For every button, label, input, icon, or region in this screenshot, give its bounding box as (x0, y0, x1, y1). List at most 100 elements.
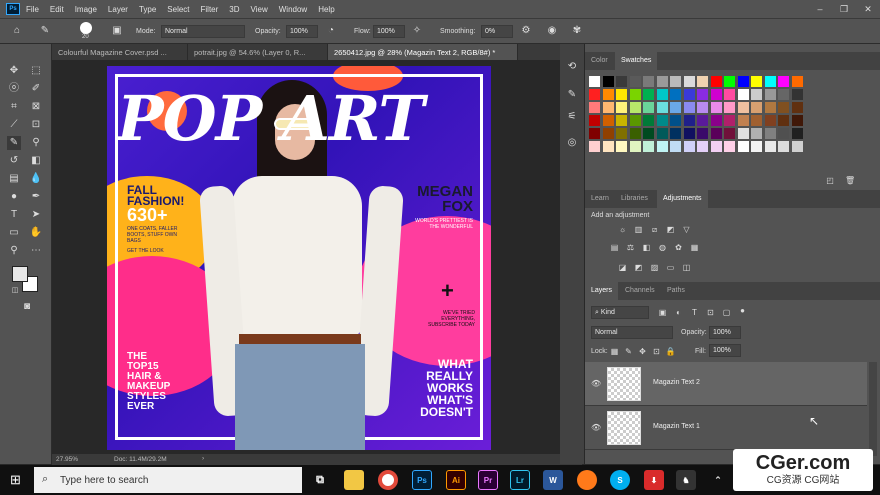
color-swatch[interactable] (764, 141, 776, 152)
navigator-icon[interactable]: ◎ (565, 136, 579, 150)
menu-layer[interactable]: Layer (108, 5, 128, 14)
threshold-icon[interactable]: ▨ (649, 262, 660, 273)
color-swatch[interactable] (724, 115, 735, 126)
path-select-tool-icon[interactable]: ➤ (29, 208, 43, 222)
minimize-icon[interactable]: – (808, 0, 832, 18)
color-swatch[interactable] (710, 141, 722, 152)
color-swatch[interactable] (616, 115, 627, 126)
color-swatch[interactable] (737, 76, 749, 87)
more-tools-icon[interactable]: ⋯ (29, 244, 43, 258)
color-swatch[interactable] (737, 141, 749, 152)
dodge-tool-icon[interactable]: ● (7, 190, 21, 204)
illustrator-taskbar-icon[interactable]: Ai (446, 470, 466, 490)
color-swatch[interactable] (629, 89, 641, 100)
marquee-tool-icon[interactable]: ⬚ (29, 64, 43, 78)
color-swatch[interactable] (656, 128, 668, 139)
color-swatch[interactable] (737, 128, 749, 139)
invert-icon[interactable]: ◪ (617, 262, 628, 273)
color-swatch[interactable] (656, 102, 668, 113)
color-swatch[interactable] (629, 102, 641, 113)
menu-select[interactable]: Select (167, 5, 189, 14)
color-swatch[interactable] (643, 102, 654, 113)
maximize-icon[interactable]: ❐ (832, 0, 856, 18)
task-view-icon[interactable]: ⧉ (310, 470, 330, 490)
frame-tool-icon[interactable]: ⊠ (29, 100, 43, 114)
color-swatch[interactable] (724, 141, 735, 152)
color-swatch[interactable] (791, 89, 803, 100)
file-explorer-icon[interactable] (344, 470, 364, 490)
color-swatch[interactable] (656, 89, 668, 100)
color-swatch[interactable] (683, 76, 695, 87)
lock-image-icon[interactable]: ✎ (623, 346, 634, 357)
move-tool-icon[interactable]: ✥ (7, 64, 21, 78)
color-swatch[interactable] (616, 128, 627, 139)
color-swatch[interactable] (670, 141, 681, 152)
color-swatch[interactable] (778, 115, 789, 126)
mode-select[interactable]: Normal (161, 25, 245, 38)
opacity-field[interactable]: 100% (286, 25, 318, 38)
color-swatch[interactable] (751, 76, 762, 87)
color-swatch[interactable] (616, 141, 627, 152)
type-tool-icon[interactable]: T (7, 208, 21, 222)
color-swatch[interactable] (670, 89, 681, 100)
blend-mode-select[interactable]: Normal (591, 326, 673, 339)
color-swatch[interactable] (751, 141, 762, 152)
color-swatch[interactable] (589, 141, 600, 152)
blur-tool-icon[interactable]: 💧 (29, 172, 43, 186)
menu-window[interactable]: Window (279, 5, 307, 14)
adjustment-filter-icon[interactable]: ◐ (673, 307, 684, 318)
photoshop-taskbar-icon[interactable]: Ps (412, 470, 432, 490)
menu-type[interactable]: Type (139, 5, 156, 14)
color-swatch[interactable] (670, 128, 681, 139)
black-white-icon[interactable]: ◧ (641, 242, 652, 253)
color-swatch[interactable] (751, 102, 762, 113)
color-swatch[interactable] (602, 102, 614, 113)
color-lookup-icon[interactable]: ▦ (689, 242, 700, 253)
color-swatch[interactable] (602, 115, 614, 126)
color-swatch[interactable] (751, 89, 762, 100)
filter-toggle-icon[interactable]: ● (737, 305, 748, 316)
hand-tool-icon[interactable]: ✋ (29, 226, 43, 240)
color-swatch[interactable] (643, 76, 654, 87)
color-swatch[interactable] (670, 115, 681, 126)
color-swatch[interactable] (710, 102, 722, 113)
fill-field[interactable]: 100% (709, 344, 741, 357)
eyedropper-tool-icon[interactable]: ⟋ (7, 118, 21, 132)
menu-3d[interactable]: 3D (229, 5, 239, 14)
layer-row-magazin-text-1[interactable]: 👁 Magazin Text 1 (585, 406, 867, 450)
lock-artboard-icon[interactable]: ⊡ (651, 346, 662, 357)
tab-colourful-magazine[interactable]: Colourful Magazine Cover.psd ... (52, 44, 188, 60)
layer-opacity-field[interactable]: 100% (709, 326, 741, 339)
color-swatch[interactable] (616, 102, 627, 113)
photo-filter-icon[interactable]: ◍ (657, 242, 668, 253)
color-swatch[interactable] (791, 115, 803, 126)
zoom-level[interactable]: 27.95% (56, 456, 78, 463)
stamp-tool-icon[interactable]: ⚲ (29, 136, 43, 150)
color-swatch[interactable] (643, 141, 654, 152)
layers-scrollbar[interactable] (869, 362, 877, 456)
color-balance-icon[interactable]: ⚖ (625, 242, 636, 253)
layer-kind-filter[interactable]: ⌕ Kind (591, 306, 649, 319)
color-swatch[interactable] (683, 102, 695, 113)
color-swatch[interactable] (629, 141, 641, 152)
eraser-tool-icon[interactable]: ◧ (29, 154, 43, 168)
color-swatch[interactable] (724, 128, 735, 139)
pressure-opacity-icon[interactable]: ◔ (324, 24, 338, 38)
color-swatch[interactable] (670, 102, 681, 113)
color-swatch[interactable] (778, 102, 789, 113)
skype-icon[interactable]: S (610, 470, 630, 490)
color-swatch[interactable] (737, 102, 749, 113)
color-swatch[interactable] (683, 128, 695, 139)
color-swatch[interactable] (602, 89, 614, 100)
history-brush-tool-icon[interactable]: ↺ (7, 154, 21, 168)
rectangle-tool-icon[interactable]: ▭ (7, 226, 21, 240)
quick-mask-icon[interactable]: ◙ (20, 300, 34, 314)
chrome-icon[interactable] (378, 470, 398, 490)
tray-chevron-icon[interactable]: ⌃ (708, 470, 728, 490)
color-swatch[interactable] (764, 102, 776, 113)
airbrush-icon[interactable]: ✧ (410, 24, 424, 38)
color-swatch[interactable] (710, 89, 722, 100)
close-icon[interactable]: ✕ (856, 0, 880, 18)
lasso-tool-icon[interactable]: ⓞ (7, 82, 21, 96)
color-swatch[interactable] (724, 89, 735, 100)
